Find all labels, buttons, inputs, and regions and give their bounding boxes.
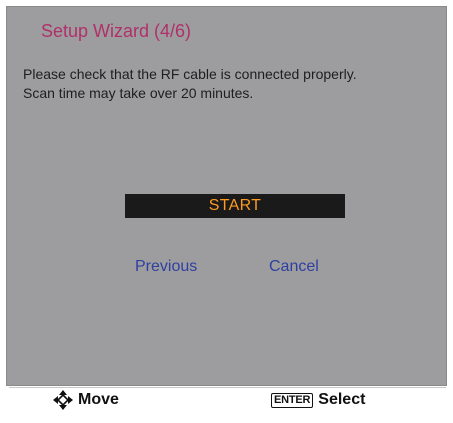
instruction-message: Please check that the RF cable is connec…: [23, 65, 443, 103]
dialog-title: Setup Wizard (4/6): [41, 21, 192, 41]
four-way-arrow-icon: [53, 390, 73, 410]
setup-wizard-dialog: Setup Wizard (4/6) Please check that the…: [6, 6, 447, 386]
message-line: Please check that the RF cable is connec…: [23, 66, 357, 82]
select-hint: ENTER Select: [271, 390, 365, 410]
select-hint-label: Select: [318, 391, 366, 408]
move-hint: Move: [52, 390, 119, 410]
move-hint-label: Move: [78, 391, 119, 408]
start-button[interactable]: START: [125, 194, 345, 218]
enter-key-icon: ENTER: [271, 392, 314, 408]
previous-button[interactable]: Previous: [135, 258, 197, 276]
message-line: Scan time may take over 20 minutes.: [23, 85, 254, 101]
key-hint-bar: Move ENTER Select: [9, 387, 446, 412]
cancel-button[interactable]: Cancel: [269, 258, 319, 276]
